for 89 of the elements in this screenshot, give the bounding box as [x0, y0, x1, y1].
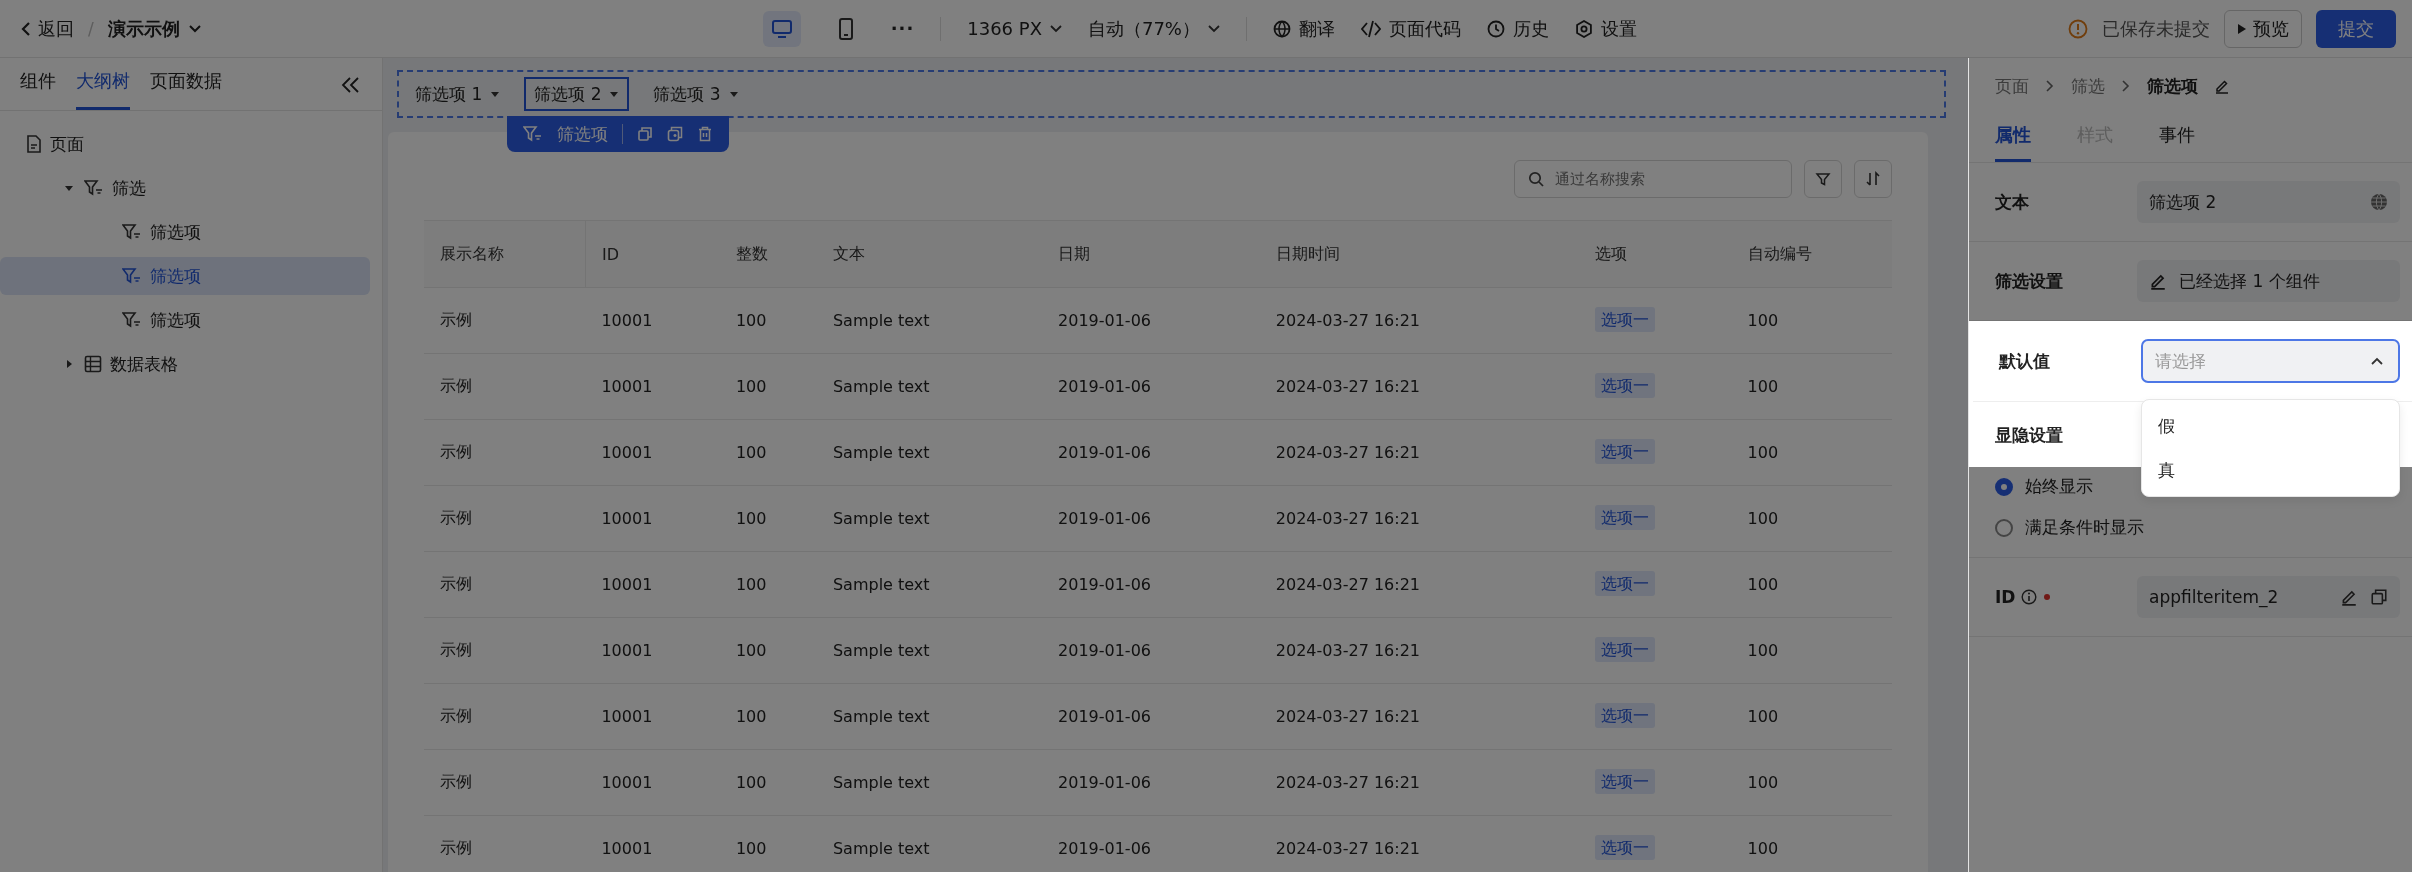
- option-tag: 选项一: [1595, 571, 1656, 596]
- table-cell: 10001: [585, 683, 720, 750]
- table-cell: 100: [1731, 287, 1892, 354]
- table-cell: 100: [1731, 551, 1892, 618]
- table-cell: Sample text: [816, 551, 1042, 618]
- table-cell: 2019-01-06: [1042, 551, 1260, 618]
- option-tag: 选项一: [1595, 835, 1656, 860]
- table-cell: 2024-03-27 16:21: [1259, 485, 1580, 552]
- table-cell: 100: [1731, 683, 1892, 750]
- table-cell: 100: [719, 287, 817, 354]
- table-cell: 示例: [424, 617, 586, 684]
- table-cell: Sample text: [816, 419, 1042, 486]
- table-cell: 2019-01-06: [1042, 287, 1260, 354]
- table-cell: 2024-03-27 16:21: [1259, 287, 1580, 354]
- table-cell: 2019-01-06: [1042, 485, 1260, 552]
- column-header: 自动编号: [1731, 220, 1892, 288]
- table-cell: 100: [719, 617, 817, 684]
- table-cell: 2019-01-06: [1042, 617, 1260, 684]
- table-cell: Sample text: [816, 287, 1042, 354]
- option-tag: 选项一: [1595, 439, 1656, 464]
- table-cell: 100: [1731, 353, 1892, 420]
- table-cell: 10001: [585, 749, 720, 816]
- table-cell: 示例: [424, 749, 586, 816]
- table-cell: Sample text: [816, 353, 1042, 420]
- option-tag: 选项一: [1595, 505, 1656, 530]
- table-cell: 100: [719, 551, 817, 618]
- save-status-text: 已保存未提交: [2102, 16, 2210, 41]
- field-label: 文本: [1995, 190, 2030, 214]
- table-cell: 100: [719, 485, 817, 552]
- field-label: 筛选设置: [1995, 269, 2064, 293]
- table-cell: 示例: [424, 287, 586, 354]
- table-cell: 10001: [585, 287, 720, 354]
- table-cell: 100: [719, 419, 817, 486]
- table-cell: 2019-01-06: [1042, 353, 1260, 420]
- table-cell: 100: [1731, 815, 1892, 872]
- table-cell: 100: [719, 749, 817, 816]
- option-tag: 选项一: [1595, 703, 1656, 728]
- breadcrumb-item: 筛选项: [2147, 74, 2198, 98]
- option-tag: 选项一: [1595, 637, 1656, 662]
- table-cell: 示例: [424, 419, 586, 486]
- table-cell: 100: [1731, 485, 1892, 552]
- option-tag: 选项一: [1595, 769, 1656, 794]
- table-cell: 100: [1731, 419, 1892, 486]
- table-cell: 10001: [585, 419, 720, 486]
- option-tag: 选项一: [1595, 307, 1656, 332]
- table-cell: 100: [1731, 749, 1892, 816]
- table-cell: 10001: [585, 353, 720, 420]
- table-cell: Sample text: [816, 749, 1042, 816]
- table-cell: 2019-01-06: [1042, 683, 1260, 750]
- table-cell: 100: [719, 683, 817, 750]
- table-cell: Sample text: [816, 683, 1042, 750]
- column-header: 选项: [1579, 220, 1732, 288]
- table-cell: 示例: [424, 683, 586, 750]
- table-cell: 100: [719, 815, 817, 872]
- field-label: 默认值: [1999, 349, 2051, 373]
- column-header: 日期时间: [1259, 220, 1580, 288]
- column-header: 文本: [816, 220, 1042, 288]
- table-cell: 示例: [424, 485, 586, 552]
- table-cell: 10001: [585, 485, 720, 552]
- table-cell: 2024-03-27 16:21: [1259, 617, 1580, 684]
- table-cell: 2024-03-27 16:21: [1259, 683, 1580, 750]
- option-tag: 选项一: [1595, 373, 1656, 398]
- table-cell: 10001: [585, 815, 720, 872]
- table-cell: 2024-03-27 16:21: [1259, 749, 1580, 816]
- table-cell: 2024-03-27 16:21: [1259, 353, 1580, 420]
- column-header: 日期: [1042, 220, 1260, 288]
- table-cell: 2019-01-06: [1042, 749, 1260, 816]
- table-cell: 2019-01-06: [1042, 815, 1260, 872]
- column-header: 整数: [719, 220, 817, 288]
- column-header: 展示名称: [424, 220, 586, 288]
- table-cell: 2024-03-27 16:21: [1259, 551, 1580, 618]
- breadcrumb-separator: /: [88, 18, 94, 39]
- column-header: ID: [585, 220, 720, 288]
- field-label: 显隐设置: [1995, 425, 2063, 445]
- table-cell: 2019-01-06: [1042, 419, 1260, 486]
- table-cell: Sample text: [816, 617, 1042, 684]
- table-cell: 2024-03-27 16:21: [1259, 815, 1580, 872]
- table-cell: 10001: [585, 551, 720, 618]
- table-cell: Sample text: [816, 815, 1042, 872]
- field-label: ID: [1995, 587, 2016, 607]
- table-cell: 2024-03-27 16:21: [1259, 419, 1580, 486]
- table-cell: Sample text: [816, 485, 1042, 552]
- table-cell: 示例: [424, 551, 586, 618]
- table-cell: 100: [1731, 617, 1892, 684]
- component-name: 筛选项: [557, 122, 608, 146]
- table-cell: 示例: [424, 353, 586, 420]
- table-cell: 示例: [424, 815, 586, 872]
- table-cell: 100: [719, 353, 817, 420]
- table-cell: 10001: [585, 617, 720, 684]
